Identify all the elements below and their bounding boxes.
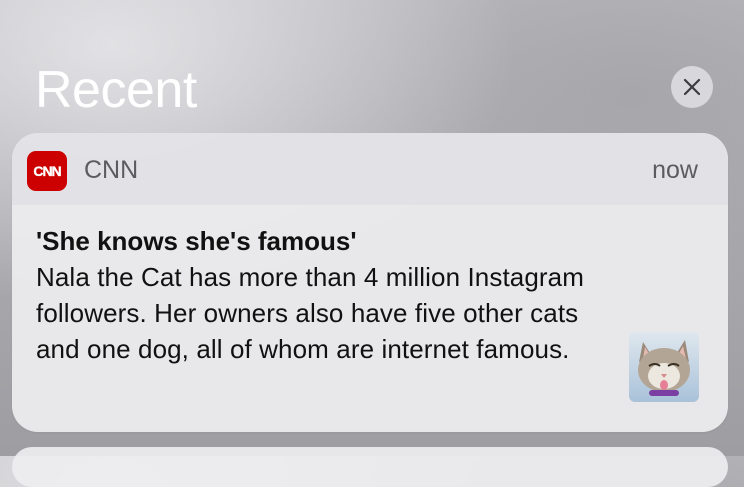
clear-notifications-button[interactable] — [671, 66, 713, 108]
svg-text:CNN: CNN — [33, 163, 61, 179]
section-title: Recent — [35, 61, 197, 119]
cnn-app-icon: CNN — [27, 151, 67, 191]
notification-content: 'She knows she's famous' Nala the Cat ha… — [36, 223, 596, 367]
notification-timestamp: now — [652, 156, 698, 184]
close-icon — [683, 78, 701, 96]
notification-header: CNN CNN now — [12, 133, 728, 205]
notification-body: Nala the Cat has more than 4 million Ins… — [36, 262, 584, 364]
cat-thumbnail — [629, 332, 699, 402]
notification-title: 'She knows she's famous' — [36, 226, 357, 256]
next-notification-card[interactable] — [12, 447, 728, 487]
app-name: CNN — [84, 156, 139, 184]
notification-card[interactable]: CNN CNN now 'She knows she's famous' Nal… — [12, 133, 728, 432]
cnn-logo-icon: CNN — [33, 163, 63, 179]
